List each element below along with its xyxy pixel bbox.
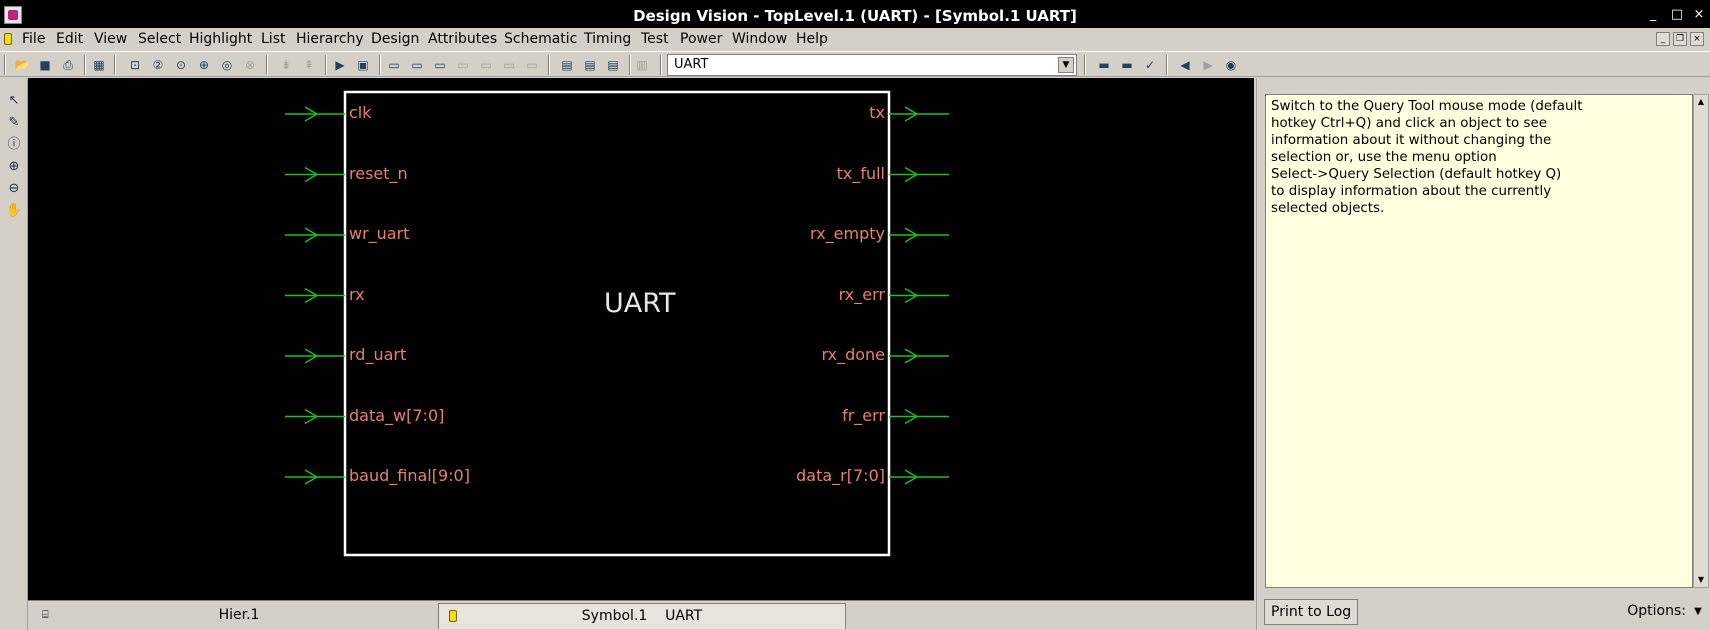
menu-power[interactable]: Power xyxy=(680,31,722,47)
tab-symbol[interactable]: Symbol.1 UART xyxy=(438,603,846,629)
schematic-5-icon[interactable]: ▭ xyxy=(477,56,495,74)
design-select-value: UART xyxy=(674,57,709,72)
input-pin-label[interactable]: data_w[7:0] xyxy=(349,406,444,425)
input-pin-label[interactable]: clk xyxy=(349,103,372,122)
menu-edit[interactable]: Edit xyxy=(56,31,83,47)
zoom-out-icon[interactable]: ⊗ xyxy=(241,56,259,74)
schematic-4-icon[interactable]: ▭ xyxy=(454,56,472,74)
forward-icon[interactable]: ▶ xyxy=(1199,56,1217,74)
schematic-6-icon[interactable]: ▭ xyxy=(500,56,518,74)
input-pin-label[interactable]: rd_uart xyxy=(349,345,406,364)
back-icon[interactable]: ◀ xyxy=(1176,56,1194,74)
select-arrow-icon[interactable]: ↖ xyxy=(5,92,23,110)
schematic-7-icon[interactable]: ▭ xyxy=(523,56,541,74)
schematic-canvas[interactable]: UART clk reset_n wr_uartrx rd_uart data_w[7:… xyxy=(28,78,1254,600)
symbol-name: UART xyxy=(604,288,676,319)
toolbar: 📂 ■ ⎙ ▦ ⊡ ② ⊙ ⊕ ◎ ⊗ ⇟ ⇞ ▶ ▣ ▭ ▭ ▭ ▭ ▭ ▭ … xyxy=(0,51,1710,77)
histogram-3-icon[interactable]: ▤ xyxy=(604,56,622,74)
menu-timing[interactable]: Timing xyxy=(584,31,631,47)
histogram-1-icon[interactable]: ▤ xyxy=(558,56,576,74)
zoom-2-icon[interactable]: ② xyxy=(149,56,167,74)
query-help-text: Switch to the Query Tool mouse mode (def… xyxy=(1265,94,1693,588)
print-to-log-button[interactable]: Print to Log xyxy=(1264,599,1359,625)
options-dropdown-icon[interactable]: ▼ xyxy=(1690,604,1706,620)
layout-icon[interactable]: ▥ xyxy=(633,56,651,74)
zoom-select-icon[interactable]: ⊕ xyxy=(195,56,213,74)
window-title: Design Vision - TopLevel.1 (UART) - [Sym… xyxy=(633,7,1077,25)
print-icon[interactable]: ⎙ xyxy=(59,56,77,74)
tab-hier[interactable]: ⌸ Hier.1 xyxy=(34,603,444,629)
tab-symbol-label: Symbol.1 UART xyxy=(581,608,703,624)
output-pin-label[interactable]: data_r[7:0] xyxy=(796,466,885,485)
menu-bar: File Edit View Select Highlight List Hie… xyxy=(0,28,1710,50)
zoom-in-tool-icon[interactable]: ⊕ xyxy=(5,158,23,176)
symbol-drawing xyxy=(285,90,949,557)
output-pin-label[interactable]: rx_done xyxy=(821,345,885,364)
symbol-tab-icon xyxy=(449,610,457,622)
menu-select[interactable]: Select xyxy=(138,31,181,47)
output-pin-label[interactable]: tx xyxy=(869,103,885,122)
output-pin-label[interactable]: rx_empty xyxy=(810,224,885,243)
check-icon[interactable]: ✓ xyxy=(1141,56,1159,74)
open-icon[interactable]: 📂 xyxy=(13,56,31,74)
mouse-tools: ↖ ✎ ⓘ ⊕ ⊖ ✋ xyxy=(0,78,28,630)
menu-window[interactable]: Window xyxy=(732,31,787,47)
schematic-view-icon[interactable]: ▣ xyxy=(354,56,372,74)
push-down-icon[interactable]: ⇟ xyxy=(277,56,295,74)
scroll-down-icon[interactable]: ▼ xyxy=(1695,574,1707,586)
minimize-button[interactable]: _ xyxy=(1644,6,1662,24)
mdi-minimize-icon[interactable]: _ xyxy=(1656,32,1670,46)
query-scrollbar[interactable]: ▲ ▼ xyxy=(1693,94,1709,588)
view-tabs: ⌸ Hier.1 Symbol.1 UART xyxy=(28,600,1254,630)
symbol-box xyxy=(343,90,891,557)
input-pin-label[interactable]: wr_uart xyxy=(349,224,409,243)
menu-schematic[interactable]: Schematic xyxy=(504,31,577,47)
menu-view[interactable]: View xyxy=(94,31,127,47)
zoom-fit-icon[interactable]: ⊡ xyxy=(126,56,144,74)
maximize-button[interactable]: □ xyxy=(1668,6,1686,24)
input-pin-label[interactable]: baud_final[9:0] xyxy=(349,466,470,485)
new-view-icon[interactable]: ▦ xyxy=(90,56,108,74)
mdi-close-icon[interactable]: × xyxy=(1690,32,1704,46)
symbol-view-icon[interactable]: ▶ xyxy=(331,56,349,74)
menu-list[interactable]: List xyxy=(261,31,285,47)
pan-hand-icon[interactable]: ✋ xyxy=(5,202,23,220)
menu-hierarchy[interactable]: Hierarchy xyxy=(296,31,364,47)
add-to-view-icon[interactable]: ▬ xyxy=(1095,56,1113,74)
scroll-up-icon[interactable]: ▲ xyxy=(1695,96,1707,108)
schematic-2-icon[interactable]: ▭ xyxy=(408,56,426,74)
hierarchy-icon: ⌸ xyxy=(42,608,49,621)
query-panel: Switch to the Query Tool mouse mode (def… xyxy=(1256,78,1710,630)
output-pin-label[interactable]: fr_err xyxy=(842,406,885,425)
query-info-icon[interactable]: ⓘ xyxy=(5,136,23,154)
menu-highlight[interactable]: Highlight xyxy=(189,31,252,47)
menu-file[interactable]: File xyxy=(22,31,45,47)
input-pin-label[interactable]: rx xyxy=(349,285,365,304)
options-label: Options: xyxy=(1627,603,1686,619)
input-pin-label[interactable]: reset_n xyxy=(349,164,408,183)
document-icon[interactable] xyxy=(4,33,12,45)
design-select[interactable]: UART ▼ xyxy=(667,54,1077,76)
save-icon[interactable]: ■ xyxy=(36,56,54,74)
mdi-restore-icon[interactable]: ❐ xyxy=(1673,32,1687,46)
chevron-down-icon[interactable]: ▼ xyxy=(1058,57,1074,73)
home-icon[interactable]: ◉ xyxy=(1222,56,1240,74)
output-pin-label[interactable]: tx_full xyxy=(837,164,885,183)
histogram-2-icon[interactable]: ▤ xyxy=(581,56,599,74)
menu-help[interactable]: Help xyxy=(796,31,828,47)
tab-hier-label: Hier.1 xyxy=(218,607,260,623)
pencil-icon[interactable]: ✎ xyxy=(5,114,23,132)
zoom-area-icon[interactable]: ⊙ xyxy=(172,56,190,74)
close-button[interactable]: × xyxy=(1690,6,1708,24)
schematic-1-icon[interactable]: ▭ xyxy=(385,56,403,74)
menu-test[interactable]: Test xyxy=(641,31,669,47)
pop-up-icon[interactable]: ⇞ xyxy=(300,56,318,74)
remove-from-view-icon[interactable]: ▬ xyxy=(1118,56,1136,74)
zoom-in-icon[interactable]: ◎ xyxy=(218,56,236,74)
menu-attributes[interactable]: Attributes xyxy=(428,31,497,47)
zoom-out-tool-icon[interactable]: ⊖ xyxy=(5,180,23,198)
schematic-3-icon[interactable]: ▭ xyxy=(431,56,449,74)
menu-design[interactable]: Design xyxy=(371,31,419,47)
output-pin-label[interactable]: rx_err xyxy=(839,285,885,304)
